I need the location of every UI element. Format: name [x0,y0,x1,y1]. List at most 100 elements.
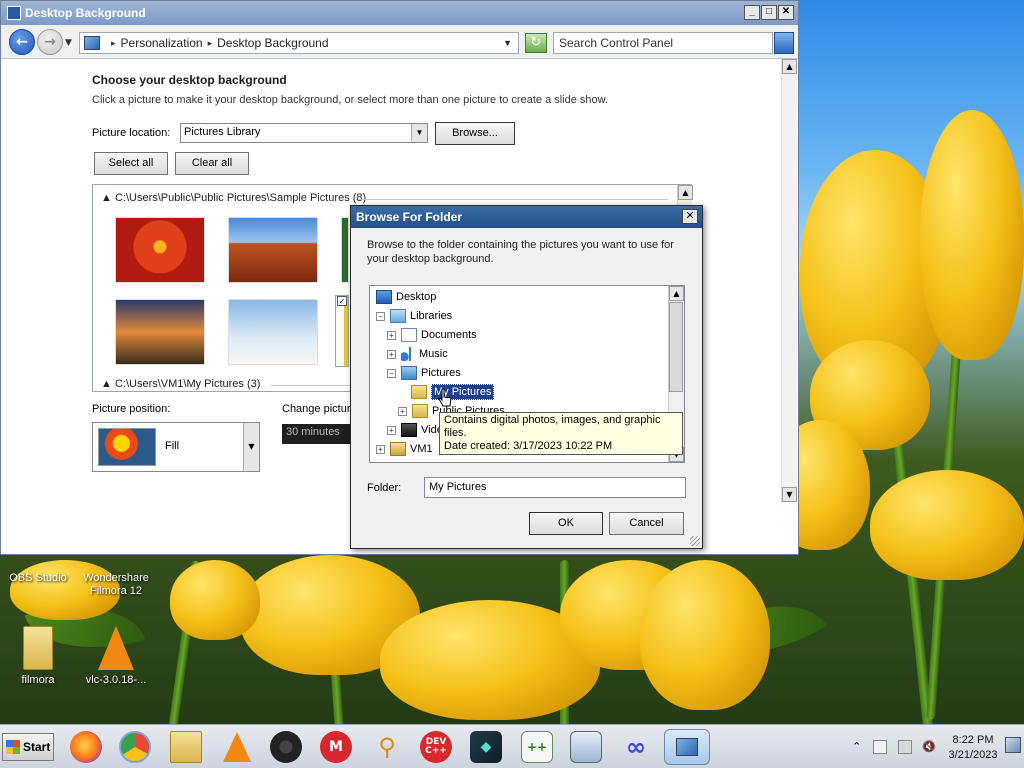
folder-icon [412,404,428,418]
user-folder-icon [390,442,406,456]
maximize-button[interactable]: □ [761,5,777,20]
chevron-down-icon[interactable]: ▼ [411,124,427,142]
chevron-down-icon[interactable]: ▼ [503,38,512,48]
scroll-up-icon[interactable]: ▲ [678,185,693,200]
filmora-icon[interactable]: ◆ [470,731,502,763]
back-button[interactable]: ← [9,29,35,55]
expand-icon[interactable]: + [376,444,385,454]
windows-logo-icon [6,740,20,754]
breadcrumb-separator-icon[interactable]: ▸ [111,38,116,49]
collapse-icon[interactable]: − [376,311,385,321]
refresh-button[interactable]: ↻ [525,33,547,53]
start-button[interactable]: Start [2,733,54,761]
tree-item-my-pictures[interactable]: My Pictures [411,383,495,401]
file-explorer-icon[interactable] [170,731,202,763]
picture-location-label: Picture location: [92,127,171,139]
wallpaper-thumbnail[interactable] [228,299,318,365]
tree-item-pictures[interactable]: − Pictures [387,364,461,382]
tooltip-line: Date created: 3/17/2023 10:22 PM [444,440,613,452]
close-button[interactable]: ✕ [778,5,794,20]
collapse-icon[interactable]: ▲ [101,192,115,204]
window-titlebar[interactable]: Desktop Background _ □ ✕ [1,1,798,25]
clear-all-button[interactable]: Clear all [175,152,249,175]
expand-icon[interactable]: + [387,330,396,340]
ok-button[interactable]: OK [529,512,603,535]
clock-time: 8:22 PM [952,734,994,746]
show-hidden-icons-icon[interactable]: ⌃ [852,740,861,753]
show-desktop-button[interactable] [1005,737,1021,753]
expand-icon[interactable]: + [387,425,396,435]
window-app-icon[interactable] [570,731,602,763]
resize-grip-icon[interactable] [690,536,700,546]
control-panel-icon[interactable] [664,729,710,765]
wallpaper-thumbnail[interactable] [341,217,349,283]
infinity-app-icon[interactable]: ∞ [620,731,652,763]
chrome-icon[interactable] [119,731,151,763]
search-icon[interactable] [774,32,794,54]
tree-item-vm1[interactable]: + VM1 [376,440,433,458]
tree-item-desktop[interactable]: Desktop [376,288,436,306]
interval-select[interactable]: 30 minutes [282,424,350,444]
expand-icon[interactable]: + [387,349,396,359]
search-tool-icon[interactable]: ⚲ [371,731,403,763]
page-title: Choose your desktop background [92,73,287,87]
recent-pages-dropdown[interactable]: ▼ [65,38,72,48]
wallpaper-thumbnail-selected[interactable]: ✓ [335,295,349,367]
cancel-button[interactable]: Cancel [609,512,684,535]
tree-scroll-thumb[interactable] [669,302,683,392]
tree-item-music[interactable]: + Music [387,345,448,363]
system-clock[interactable]: 8:22 PM 3/21/2023 [948,733,998,763]
volume-muted-icon[interactable]: 🔇 [922,740,936,754]
picture-group-header[interactable]: ▲ C:\Users\VM1\My Pictures (3) [101,378,260,390]
refresh-icon: ↻ [530,35,542,50]
tree-item-libraries[interactable]: − Libraries [376,307,452,325]
dialog-titlebar[interactable]: Browse For Folder ✕ [351,206,702,228]
scroll-down-icon[interactable]: ▼ [782,487,797,502]
folder-field[interactable]: My Pictures [424,477,686,498]
vlc-icon [98,626,134,670]
collapse-icon[interactable]: − [387,368,396,378]
devcpp-icon[interactable]: DEV C++ [420,731,452,763]
notepadpp-icon[interactable]: ++ [521,731,553,763]
hand-cursor-icon [438,388,452,407]
picture-location-select[interactable]: Pictures Library ▼ [180,123,428,143]
wallpaper-thumbnail[interactable] [115,217,205,283]
picture-position-value: Fill [165,440,180,452]
firefox-icon[interactable] [70,731,102,763]
browse-button[interactable]: Browse... [435,122,515,145]
chevron-down-icon[interactable]: ▼ [243,423,259,471]
checkbox-icon[interactable]: ✓ [337,296,347,306]
dialog-close-button[interactable]: ✕ [682,209,698,224]
mega-icon[interactable]: M [320,731,352,763]
obs-icon[interactable] [270,731,302,763]
desktop-icon-vlc[interactable]: vlc-3.0.18-... [78,626,154,687]
action-center-icon[interactable] [873,740,887,754]
breadcrumb-desktop-background[interactable]: Desktop Background [217,36,328,50]
collapse-icon[interactable]: ▲ [101,378,115,390]
search-input[interactable]: Search Control Panel [553,32,773,54]
breadcrumb-personalization[interactable]: Personalization [121,36,203,50]
tree-item-label: Desktop [396,291,437,303]
tooltip-line: Contains digital photos, images, and gra… [444,414,661,439]
wallpaper-thumbnail[interactable] [115,299,205,365]
network-icon[interactable] [898,740,912,754]
content-scrollbar[interactable]: ▲ ▼ [781,59,797,502]
tree-item-documents[interactable]: + Documents [387,326,477,344]
minimize-button[interactable]: _ [744,5,760,20]
scroll-up-icon[interactable]: ▲ [669,286,684,301]
vlc-icon[interactable] [221,731,253,763]
forward-button[interactable]: → [37,29,63,55]
select-all-button[interactable]: Select all [94,152,168,175]
scroll-up-icon[interactable]: ▲ [782,59,797,74]
wallpaper-thumbnail[interactable] [228,217,318,283]
group-label: C:\Users\Public\Public Pictures\Sample P… [114,192,367,204]
desktop-icon-filmora-folder[interactable]: filmora [0,626,76,687]
desktop-icon-filmora12[interactable]: Wondershare Filmora 12 [78,548,154,598]
dialog-title: Browse For Folder [356,210,463,224]
breadcrumb-separator-icon[interactable]: ▸ [208,38,213,49]
tree-item-label: Documents [421,329,477,341]
expand-icon[interactable]: + [398,406,407,416]
picture-position-select[interactable]: Fill ▼ [92,422,260,472]
picture-group-header[interactable]: ▲ C:\Users\Public\Public Pictures\Sample… [101,192,366,204]
address-bar[interactable]: ▸ Personalization ▸ Desktop Background ▼ [79,32,519,54]
